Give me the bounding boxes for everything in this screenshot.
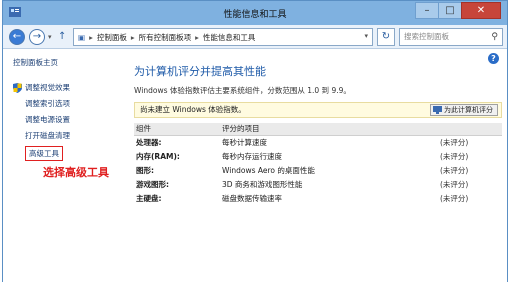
cell-score: (未评分) bbox=[440, 193, 469, 203]
up-arrow-icon[interactable]: ↑ bbox=[58, 31, 66, 42]
sidebar-item-power-settings[interactable]: 调整电源设置 bbox=[13, 114, 123, 125]
sidebar-home-link[interactable]: 控制面板主页 bbox=[13, 57, 123, 68]
main-panel: ? 为计算机评分并提高其性能 Windows 体验指数评估主要系统组件，分数范围… bbox=[128, 49, 503, 282]
breadcrumb-current[interactable]: 性能信息和工具 bbox=[203, 32, 256, 43]
recent-pages-chevron-icon[interactable]: ▾ bbox=[48, 33, 52, 41]
title-bar: 性能信息和工具 – □ ✕ bbox=[3, 1, 507, 25]
table-row: 主硬盘: 磁盘数据传输速率 (未评分) bbox=[134, 191, 502, 205]
maximize-button[interactable]: □ bbox=[438, 2, 462, 19]
cell-item: 磁盘数据传输速率 bbox=[222, 193, 282, 203]
column-header-item: 评分的项目 bbox=[220, 123, 438, 136]
notice-text: 尚未建立 Windows 体验指数。 bbox=[140, 105, 246, 114]
rate-this-computer-button[interactable]: 为此计算机评分 bbox=[430, 104, 498, 116]
breadcrumb-separator-icon[interactable]: ▸ bbox=[131, 33, 135, 42]
cell-item: 每秒计算速度 bbox=[222, 137, 267, 147]
address-bar: ← → ▾ ↑ ▣ ▸ 控制面板 ▸ 所有控制面板项 ▸ 性能信息和工具 ▾ ↻… bbox=[3, 25, 507, 49]
breadcrumb-separator-icon[interactable]: ▸ bbox=[89, 33, 93, 42]
shield-icon bbox=[433, 106, 442, 114]
cell-score: (未评分) bbox=[440, 179, 469, 189]
content-area: 控制面板主页 调整视觉效果 调整索引选项 调整电源设置 打开磁盘清理 高级工具 … bbox=[3, 49, 507, 282]
table-row: 图形: Windows Aero 的桌面性能 (未评分) bbox=[134, 163, 502, 177]
cell-component: 图形: bbox=[136, 165, 154, 175]
address-dropdown-icon[interactable]: ▾ bbox=[364, 32, 368, 40]
page-title: 为计算机评分并提高其性能 bbox=[134, 65, 266, 78]
breadcrumb-control-panel[interactable]: 控制面板 bbox=[97, 32, 127, 43]
sidebar-item-index-options[interactable]: 调整索引选项 bbox=[13, 98, 123, 109]
cell-item: 每秒内存运行速度 bbox=[222, 151, 282, 161]
annotation-label: 选择高级工具 bbox=[43, 166, 109, 179]
page-background bbox=[0, 282, 523, 300]
cell-component: 主硬盘: bbox=[136, 193, 162, 203]
sidebar-item-visual-effects[interactable]: 调整视觉效果 bbox=[13, 82, 123, 93]
cell-item: Windows Aero 的桌面性能 bbox=[222, 165, 315, 175]
cell-component: 游戏图形: bbox=[136, 179, 169, 189]
table-row: 处理器: 每秒计算速度 (未评分) bbox=[134, 135, 502, 149]
table-row: 内存(RAM): 每秒内存运行速度 (未评分) bbox=[134, 149, 502, 163]
cell-component: 内存(RAM): bbox=[136, 151, 180, 161]
breadcrumb-root-icon: ▣ bbox=[78, 32, 86, 42]
window: 性能信息和工具 – □ ✕ ← → ▾ ↑ ▣ ▸ 控制面板 ▸ 所有控制面板项… bbox=[2, 0, 508, 282]
notice-bar: 尚未建立 Windows 体验指数。 为此计算机评分 bbox=[134, 102, 502, 118]
close-button[interactable]: ✕ bbox=[461, 2, 501, 19]
table-row: 游戏图形: 3D 商务和游戏图形性能 (未评分) bbox=[134, 177, 502, 191]
column-header-component: 组件 bbox=[134, 123, 220, 136]
rate-button-label: 为此计算机评分 bbox=[444, 106, 493, 114]
cell-item: 3D 商务和游戏图形性能 bbox=[222, 179, 303, 189]
advanced-tools-highlight[interactable]: 高级工具 bbox=[25, 146, 63, 161]
cell-score: (未评分) bbox=[440, 151, 469, 161]
search-input[interactable]: 搜索控制面板 ⚲ bbox=[399, 28, 503, 46]
sidebar-item-disk-cleanup[interactable]: 打开磁盘清理 bbox=[13, 130, 123, 141]
shield-icon bbox=[13, 82, 22, 93]
cell-component: 处理器: bbox=[136, 137, 162, 147]
address-field[interactable]: ▣ ▸ 控制面板 ▸ 所有控制面板项 ▸ 性能信息和工具 ▾ bbox=[73, 28, 373, 46]
column-header-score bbox=[438, 123, 502, 136]
cell-score: (未评分) bbox=[440, 165, 469, 175]
description-text: Windows 体验指数评估主要系统组件，分数范围从 1.0 到 9.9。 bbox=[134, 86, 351, 95]
score-table: 组件 评分的项目 处理器: 每秒计算速度 (未评分) 内存(RAM): 每秒内存… bbox=[134, 123, 502, 205]
breadcrumb-all-items[interactable]: 所有控制面板项 bbox=[139, 32, 192, 43]
table-header-row: 组件 评分的项目 bbox=[134, 123, 502, 136]
search-icon[interactable]: ⚲ bbox=[491, 29, 498, 45]
sidebar-item-advanced-tools[interactable]: 高级工具 bbox=[13, 146, 123, 161]
help-icon[interactable]: ? bbox=[488, 53, 499, 64]
refresh-button[interactable]: ↻ bbox=[377, 28, 395, 46]
cell-score: (未评分) bbox=[440, 137, 469, 147]
breadcrumb-separator-icon[interactable]: ▸ bbox=[195, 33, 199, 42]
search-placeholder: 搜索控制面板 bbox=[404, 32, 449, 41]
sidebar-item-label: 调整视觉效果 bbox=[25, 83, 70, 92]
minimize-button[interactable]: – bbox=[415, 2, 439, 19]
forward-arrow-icon[interactable]: → bbox=[29, 29, 45, 45]
back-arrow-icon[interactable]: ← bbox=[9, 29, 25, 45]
